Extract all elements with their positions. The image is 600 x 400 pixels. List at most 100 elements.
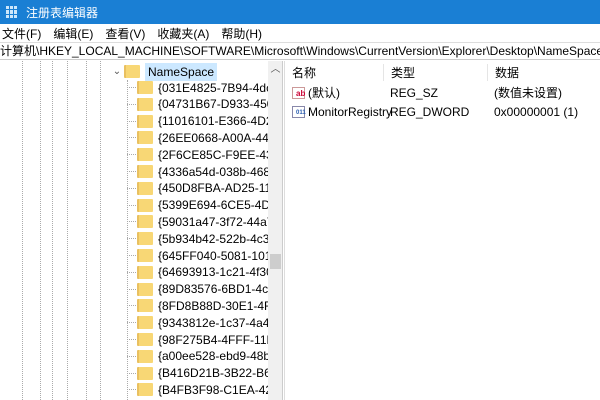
folder-icon: [137, 114, 153, 128]
tree-guide: [22, 61, 23, 400]
binary-value-icon: 011: [292, 105, 306, 118]
tree-item-label: {450D8FBA-AD25-11D0: [158, 181, 268, 196]
tree-item[interactable]: {26EE0668-A00A-44D7: [127, 129, 268, 146]
menu-view[interactable]: 查看(V): [105, 25, 145, 42]
tree-item-label: {89D83576-6BD1-4c86: [158, 282, 268, 297]
tree-item[interactable]: {04731B67-D933-450a-: [127, 96, 268, 113]
tree-item-label: {4336a54d-038b-4685-: [158, 164, 268, 179]
tree-connector: [127, 238, 136, 240]
menu-edit[interactable]: 编辑(E): [53, 25, 93, 42]
tree-connector: [127, 339, 136, 340]
menu-favorites[interactable]: 收藏夹(A): [157, 25, 209, 42]
folder-icon: [137, 215, 153, 229]
tree-item[interactable]: {5b934b42-522b-4c34-: [127, 230, 268, 247]
tree-item[interactable]: {64693913-1c21-4f30-a: [127, 264, 268, 281]
chevron-down-icon[interactable]: ⌄: [110, 66, 124, 77]
column-name[interactable]: 名称: [285, 64, 383, 81]
tree-scrollbar[interactable]: ︿: [268, 61, 282, 400]
tree-item[interactable]: {9343812e-1c37-4a49-: [127, 314, 268, 331]
tree-connector: [127, 137, 136, 139]
scroll-thumb[interactable]: [270, 254, 281, 269]
tree-connector: [127, 204, 136, 206]
tree-item-label: {645FF040-5081-101B-: [158, 248, 268, 263]
values-header: 名称 类型 数据: [285, 61, 600, 83]
tree-connector: [127, 103, 136, 105]
tree-item[interactable]: {11016101-E366-4D22-: [127, 113, 268, 130]
value-row[interactable]: 011 MonitorRegistry REG_DWORD 0x00000001 …: [285, 102, 600, 121]
tree-connector: [127, 120, 136, 122]
tree-item-label: {2F6CE85C-F9EE-43CA-: [158, 147, 268, 162]
tree-item-label: {B4FB3F98-C1EA-428d-: [158, 382, 268, 397]
folder-icon: [137, 349, 153, 363]
folder-icon: [137, 165, 153, 178]
menu-file[interactable]: 文件(F): [2, 25, 41, 42]
value-data: 0x00000001 (1): [494, 104, 579, 119]
tree-connector: [127, 305, 136, 307]
tree-item-label: {a00ee528-ebd9-48b8-: [158, 349, 268, 364]
tree-item[interactable]: {B416D21B-3B22-B6D4: [127, 365, 268, 382]
tree-guide: [100, 61, 101, 400]
folder-icon: [137, 198, 153, 212]
column-type[interactable]: 类型: [383, 63, 487, 81]
folder-icon: [137, 383, 153, 397]
tree-connector: [127, 288, 136, 290]
value-name: MonitorRegistry: [308, 104, 393, 119]
tree-item[interactable]: {450D8FBA-AD25-11D0: [127, 180, 268, 197]
tree-item-label: NameSpace: [145, 62, 218, 81]
tree-item-label: {5b934b42-522b-4c34-: [158, 231, 268, 246]
regedit-icon: [6, 6, 18, 18]
folder-icon: [137, 148, 153, 162]
folder-icon: [137, 366, 153, 380]
folder-icon: [137, 316, 153, 330]
tree-item[interactable]: {8FD8B88D-30E1-4F25-: [127, 297, 268, 314]
tree-item[interactable]: {031E4825-7B94-4dc3-: [127, 79, 268, 96]
tree-item[interactable]: {5399E694-6CE5-4D6C: [127, 197, 268, 214]
tree-item[interactable]: {B4FB3F98-C1EA-428d-: [127, 381, 268, 398]
value-name: (默认): [308, 86, 340, 100]
tree-connector: [127, 87, 136, 88]
menu-bar: 文件(F) 编辑(E) 查看(V) 收藏夹(A) 帮助(H): [0, 24, 600, 42]
tree-guide: [67, 61, 68, 400]
address-bar[interactable]: 计算机\HKEY_LOCAL_MACHINE\SOFTWARE\Microsof…: [0, 42, 600, 60]
tree-connector: [127, 154, 136, 156]
folder-icon: [137, 97, 153, 111]
tree-item[interactable]: {2F6CE85C-F9EE-43CA-: [127, 146, 268, 163]
tree-item-label: {B416D21B-3B22-B6D4: [158, 366, 268, 381]
folder-icon: [137, 265, 153, 279]
tree-connector: [127, 221, 136, 223]
tree-item-label: {5399E694-6CE5-4D6C: [158, 198, 268, 213]
title-bar: 注册表编辑器: [0, 0, 600, 24]
values-pane: 名称 类型 数据 ab (默认) REG_SZ (数值未设置) 011 Monito…: [284, 61, 600, 400]
folder-icon: [137, 249, 153, 262]
tree-item-label: {031E4825-7B94-4dc3-: [158, 80, 268, 95]
menu-help[interactable]: 帮助(H): [221, 25, 262, 42]
column-data[interactable]: 数据: [487, 63, 600, 81]
tree-guide: [86, 61, 87, 400]
folder-icon: [137, 181, 153, 195]
window-title: 注册表编辑器: [26, 5, 99, 20]
tree-connector: [127, 389, 136, 391]
value-row[interactable]: ab (默认) REG_SZ (数值未设置): [285, 83, 600, 102]
tree-connector: [127, 187, 136, 189]
tree-item-label: {64693913-1c21-4f30-a: [158, 265, 268, 280]
tree-connector: [127, 372, 136, 374]
tree-connector: [127, 322, 136, 324]
tree-item[interactable]: {89D83576-6BD1-4c86: [127, 281, 268, 298]
tree-item[interactable]: {59031a47-3f72-44a7-8: [127, 213, 268, 230]
tree-item[interactable]: {98F275B4-4FFF-11E0-8: [127, 331, 268, 348]
tree-item-label: {04731B67-D933-450a-: [158, 97, 268, 112]
tree-guide: [40, 61, 41, 400]
tree-connector: [127, 271, 136, 273]
folder-icon: [137, 81, 153, 94]
tree-item[interactable]: {4336a54d-038b-4685-: [127, 163, 268, 180]
tree-item[interactable]: {645FF040-5081-101B-: [127, 247, 268, 264]
tree-item-label: {26EE0668-A00A-44D7: [158, 130, 268, 145]
value-data: (数值未设置): [494, 86, 562, 100]
folder-icon: [137, 299, 153, 313]
tree-connector: [127, 355, 136, 357]
scroll-up-icon[interactable]: ︿: [268, 61, 282, 78]
value-type: REG_DWORD: [390, 104, 470, 119]
folder-icon: [137, 282, 153, 296]
tree-item-label: {11016101-E366-4D22-: [158, 114, 268, 129]
tree-item[interactable]: {a00ee528-ebd9-48b8-: [127, 348, 268, 365]
